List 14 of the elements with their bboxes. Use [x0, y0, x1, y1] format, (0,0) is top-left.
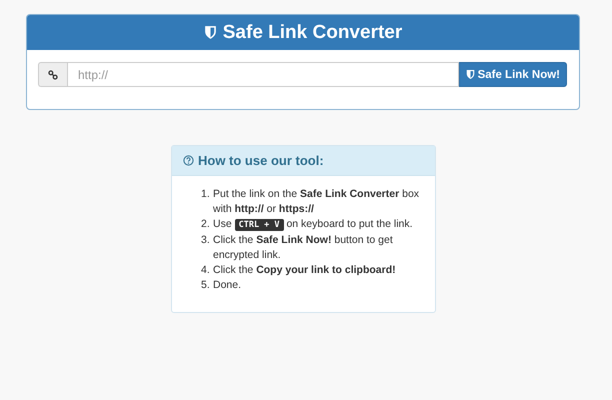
step-number: 2. — [201, 217, 211, 232]
step-number: 5. — [201, 278, 211, 293]
step-text: Click the Copy your link to clipboard! — [213, 263, 397, 278]
step-number: 3. — [201, 233, 211, 248]
keyboard-shortcut: CTRL + V — [234, 219, 284, 231]
help-title: How to use our tool: — [198, 153, 324, 168]
step-number: 4. — [201, 263, 211, 278]
panel-title: Safe Link Converter — [222, 22, 402, 44]
safe-link-button[interactable]: Safe Link Now! — [458, 62, 567, 87]
url-input[interactable]: http:// — [67, 62, 459, 87]
step-text: Use CTRL + V on keyboard to put the link. — [213, 217, 414, 233]
step-text: Click the Safe Link Now! button to get encrypted link. — [213, 233, 394, 263]
step-number: 1. — [201, 187, 211, 202]
step-text: Done. — [213, 278, 242, 293]
